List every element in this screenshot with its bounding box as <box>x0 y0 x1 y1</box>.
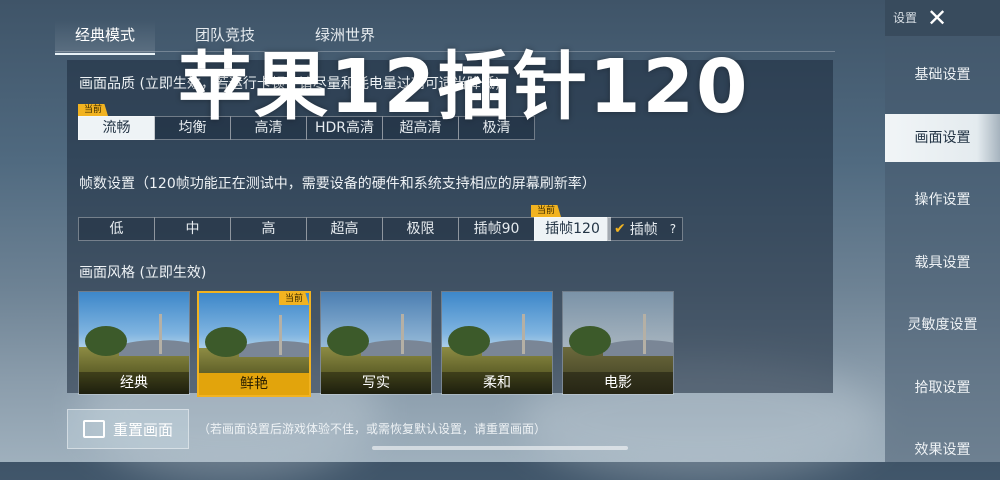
fps-option-interp120[interactable]: 插帧120 <box>534 217 611 241</box>
fps-option-extreme[interactable]: 极限 <box>382 217 459 241</box>
fps-option-medium[interactable]: 中 <box>154 217 231 241</box>
style-option-soft[interactable]: 柔和 <box>441 291 553 395</box>
fps-option-high[interactable]: 高 <box>230 217 307 241</box>
style-current-tag: 当前 <box>278 293 309 305</box>
tree-image <box>569 326 611 356</box>
sidebar-header: 设置 ✕ <box>885 0 1000 36</box>
tree-image <box>85 326 127 356</box>
style-option-realistic[interactable]: 写实 <box>320 291 432 395</box>
sidebar-item-vehicle[interactable]: 载具设置 <box>885 239 1000 287</box>
home-indicator[interactable] <box>372 446 628 450</box>
style-label: 鲜艳 <box>199 373 309 395</box>
sidebar-item-pickup[interactable]: 拾取设置 <box>885 364 1000 412</box>
fps-option-interp90[interactable]: 插帧90 <box>458 217 535 241</box>
reset-label: 重置画面 <box>112 420 173 439</box>
sidebar-item-controls[interactable]: 操作设置 <box>885 176 1000 224</box>
fps-selector: 低 中 高 超高 极限 插帧90 插帧120 <box>78 217 611 241</box>
tower-image <box>643 314 646 354</box>
fps-title: 帧数设置（120帧功能正在测试中，需要设备的硬件和系统支持相应的屏幕刷新率） <box>79 176 596 192</box>
style-title: 画面风格 (立即生效) <box>79 265 207 281</box>
style-option-vivid[interactable]: 当前 鲜艳 <box>197 291 311 397</box>
fps-current-tag: 当前 <box>531 205 562 217</box>
style-option-classic[interactable]: 经典 <box>78 291 190 395</box>
fps-option-ultra[interactable]: 超高 <box>306 217 383 241</box>
close-icon[interactable]: ✕ <box>927 4 947 32</box>
tower-image <box>401 314 404 354</box>
reset-graphics-button[interactable]: 重置画面 <box>67 409 189 449</box>
reset-note: （若画面设置后游戏体验不佳，或需恢复默认设置，请重置画面） <box>198 422 547 436</box>
interpolation-label: 插帧 <box>629 222 658 238</box>
tower-image <box>279 315 282 355</box>
quality-current-tag: 当前 <box>78 104 109 116</box>
style-label: 经典 <box>79 372 189 394</box>
style-option-cinematic[interactable]: 电影 <box>562 291 674 395</box>
fps-option-low[interactable]: 低 <box>78 217 155 241</box>
tree-image <box>327 326 369 356</box>
sidebar-item-effects[interactable]: 效果设置 <box>885 426 1000 474</box>
tab-classic[interactable]: 经典模式 <box>55 20 155 55</box>
checkmark-icon: ✔ <box>614 221 626 237</box>
style-label: 柔和 <box>442 372 552 394</box>
quality-option-smooth[interactable]: 流畅 <box>78 116 155 140</box>
tower-image <box>522 314 525 354</box>
tree-image <box>205 327 247 357</box>
overlay-caption: 苹果12插针120 <box>178 44 750 130</box>
reset-icon <box>82 420 105 438</box>
style-label: 写实 <box>321 372 431 394</box>
interpolation-checkbox[interactable]: ✔ 插帧 ? <box>607 217 684 241</box>
tower-image <box>159 314 162 354</box>
tree-image <box>448 326 490 356</box>
help-icon[interactable]: ? <box>670 222 676 236</box>
sidebar-item-basic[interactable]: 基础设置 <box>885 51 1000 99</box>
sidebar-item-graphics[interactable]: 画面设置 <box>885 114 1000 162</box>
sidebar-item-sensitivity[interactable]: 灵敏度设置 <box>885 301 1000 349</box>
style-label: 电影 <box>563 372 673 394</box>
settings-sidebar: 设置 ✕ 基础设置 画面设置 操作设置 载具设置 灵敏度设置 拾取设置 效果设置 <box>885 0 1000 462</box>
sidebar-title: 设置 <box>893 11 918 25</box>
